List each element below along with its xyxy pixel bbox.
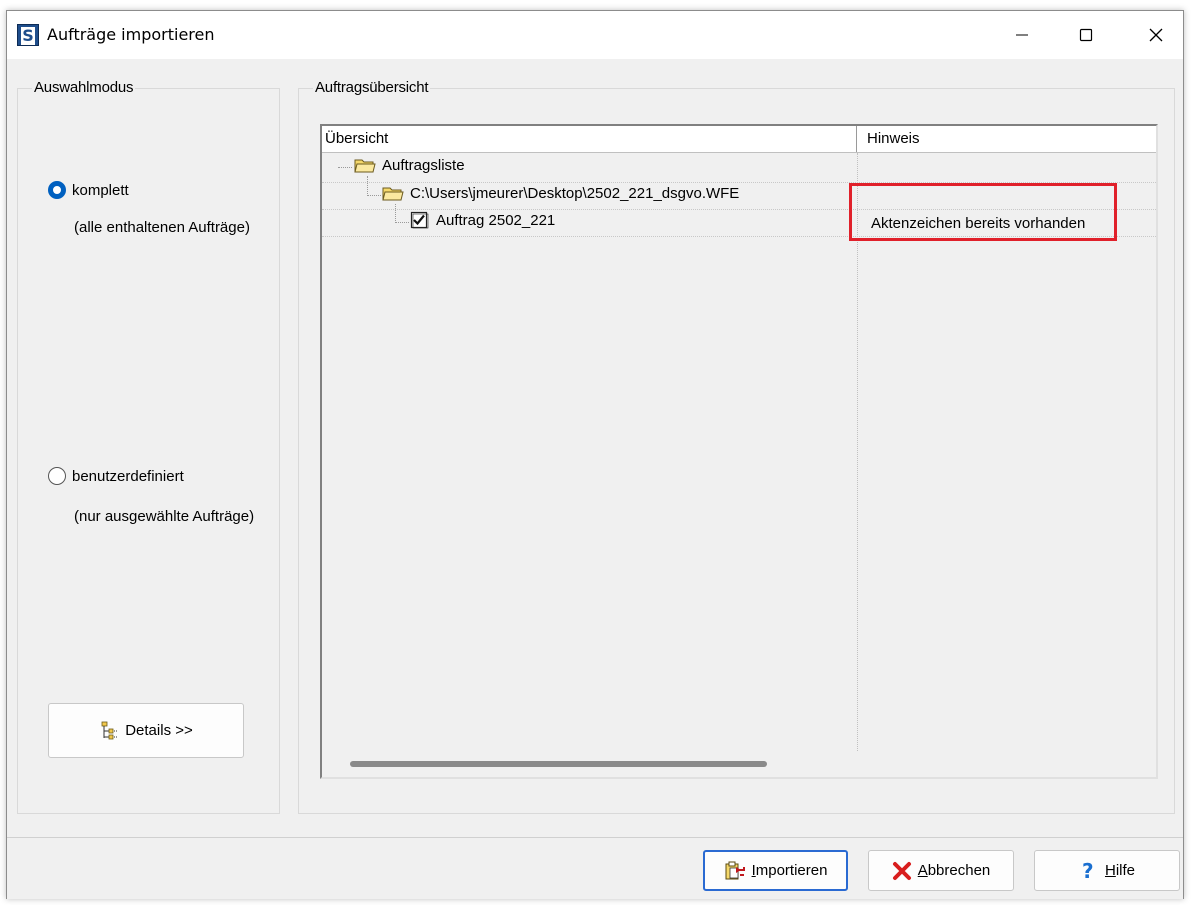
radio-benutzerdefiniert-label: benutzerdefiniert — [72, 467, 184, 485]
window-title: Aufträge importieren — [47, 25, 215, 44]
tree-connector — [338, 167, 352, 168]
tree-item-file[interactable]: C:\Users\jmeurer\Desktop\2502_221_dsgvo.… — [382, 184, 739, 202]
radio-komplett-label: komplett — [72, 181, 129, 199]
svg-text:?: ? — [1082, 860, 1094, 882]
import-button[interactable]: Importieren — [703, 850, 848, 891]
help-button[interactable]: ? Hilfe — [1034, 850, 1180, 891]
close-icon — [1149, 28, 1163, 42]
maximize-icon — [1079, 28, 1093, 42]
radio-komplett-description: (alle enthaltenen Aufträge) — [74, 219, 250, 236]
tree-connector — [395, 222, 409, 223]
help-button-label: Hilfe — [1104, 862, 1136, 879]
tree-connector — [367, 176, 368, 196]
details-button-label: Details >> — [125, 722, 193, 739]
tree-item-auftragsliste[interactable]: Auftragsliste — [354, 156, 465, 174]
radio-benutzerdefiniert-description: (nur ausgewählte Aufträge) — [74, 508, 255, 525]
red-x-icon — [892, 861, 911, 880]
app-logo-icon: S — [17, 24, 39, 46]
import-button-label: Importieren — [751, 862, 828, 879]
tree-item-label: Auftragsliste — [382, 156, 465, 174]
scrollbar-thumb[interactable] — [350, 761, 767, 767]
cancel-button[interactable]: Abbrechen — [868, 850, 1014, 891]
checked-checkbox-icon[interactable] — [410, 211, 430, 229]
tree-item-label: Auftrag 2502_221 — [436, 211, 556, 229]
horizontal-scrollbar[interactable] — [322, 751, 1156, 777]
folder-icon — [382, 187, 404, 201]
tree-structure-icon — [101, 721, 119, 739]
question-mark-icon: ? — [1082, 860, 1094, 882]
maximize-button[interactable] — [1057, 11, 1115, 59]
close-button[interactable] — [1127, 11, 1185, 59]
tree-connector — [367, 195, 381, 196]
folder-icon — [354, 159, 376, 173]
title-bar: S Aufträge importieren — [7, 11, 1183, 59]
tree-item-label: C:\Users\jmeurer\Desktop\2502_221_dsgvo.… — [410, 184, 740, 202]
radio-benutzerdefiniert[interactable]: benutzerdefiniert — [48, 467, 184, 485]
column-header-overview[interactable]: Übersicht — [322, 126, 857, 152]
column-header-hint[interactable]: Hinweis — [859, 126, 1159, 152]
radio-checked-icon[interactable] — [48, 181, 66, 199]
highlight-box — [849, 183, 1117, 241]
tree-item-order[interactable]: Auftrag 2502_221 — [410, 211, 555, 229]
radio-komplett[interactable]: komplett — [48, 181, 129, 199]
import-icon — [725, 861, 745, 879]
cancel-button-label: Abbrechen — [917, 862, 991, 879]
order-overview-title: Auftragsübersicht — [313, 79, 431, 96]
import-dialog-window: S Aufträge importieren Auswahlmodus komp… — [6, 10, 1184, 899]
minimize-button[interactable] — [993, 11, 1051, 59]
selection-mode-title: Auswahlmodus — [32, 79, 136, 96]
details-button[interactable]: Details >> — [48, 703, 244, 758]
list-header: Übersicht Hinweis — [322, 126, 1156, 153]
radio-unchecked-icon[interactable] — [48, 467, 66, 485]
tree-connector — [395, 204, 396, 223]
column-separator — [857, 153, 858, 753]
minimize-icon — [1016, 34, 1028, 36]
